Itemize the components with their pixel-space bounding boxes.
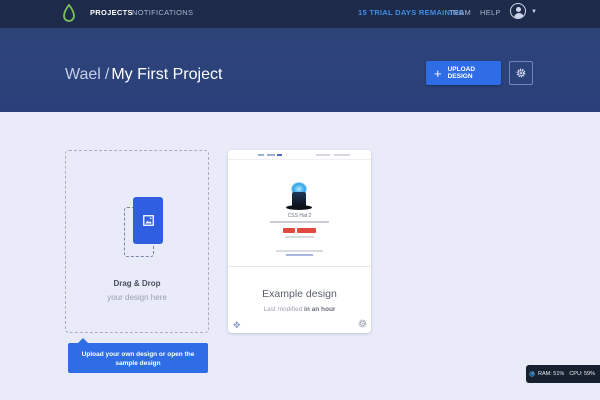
page-title: My First Project xyxy=(111,66,223,83)
drop-zone-card xyxy=(133,197,163,244)
gear-icon[interactable] xyxy=(358,319,367,328)
nav-notifications[interactable]: NOTIFICATIONS xyxy=(132,8,193,17)
hat-icon xyxy=(292,192,306,206)
gear-icon xyxy=(516,68,526,78)
cpu-usage: CPU: 59% xyxy=(569,371,595,377)
system-status-widget: RAM: 51% CPU: 59% xyxy=(526,365,600,383)
card-meta-label: Last modified xyxy=(263,306,303,313)
chevron-down-icon[interactable]: ▼ xyxy=(531,9,537,15)
image-icon xyxy=(142,215,154,226)
logo-icon[interactable] xyxy=(63,4,75,22)
breadcrumb: Wael / My First Project xyxy=(65,66,222,84)
nav-projects[interactable]: PROJECTS xyxy=(90,8,133,17)
example-design-card[interactable]: CSS Hat 2 Example design Last modified i… xyxy=(228,150,371,333)
user-icon-body xyxy=(513,13,524,18)
thumbnail-button-secondary xyxy=(297,228,316,233)
drop-zone-subtitle: your design here xyxy=(107,293,167,302)
user-avatar[interactable] xyxy=(510,3,526,19)
gauge-icon xyxy=(529,371,535,377)
project-settings-button[interactable] xyxy=(509,61,533,85)
breadcrumb-separator: / xyxy=(104,66,110,83)
nav-team[interactable]: TEAM xyxy=(449,8,471,17)
plus-icon: + xyxy=(434,65,442,81)
user-icon-head xyxy=(516,7,521,12)
card-meta-time: in an hour xyxy=(304,306,336,313)
card-last-modified: Last modified in an hour xyxy=(228,306,371,313)
design-thumbnail: CSS Hat 2 xyxy=(228,150,371,267)
top-nav: PROJECTS NOTIFICATIONS 15 TRIAL DAYS REM… xyxy=(0,0,600,28)
card-title: Example design xyxy=(262,288,337,300)
thumbnail-topbar xyxy=(228,150,371,160)
upload-design-button[interactable]: + UPLOAD DESIGN xyxy=(426,61,501,85)
drop-zone-title: Drag & Drop xyxy=(113,279,161,288)
ram-usage: RAM: 51% xyxy=(538,371,565,377)
move-icon[interactable]: ✥ xyxy=(233,320,241,331)
upload-design-label: UPLOAD DESIGN xyxy=(447,66,476,80)
breadcrumb-owner[interactable]: Wael xyxy=(65,66,101,83)
hat-brim xyxy=(286,205,312,210)
nav-help[interactable]: HELP xyxy=(480,8,501,17)
drop-zone[interactable]: Drag & Drop your design here xyxy=(65,150,209,333)
thumbnail-button-primary xyxy=(283,228,295,233)
onboarding-tooltip: Upload your own design or open the sampl… xyxy=(68,338,208,373)
thumbnail-title: CSS Hat 2 xyxy=(287,213,312,219)
